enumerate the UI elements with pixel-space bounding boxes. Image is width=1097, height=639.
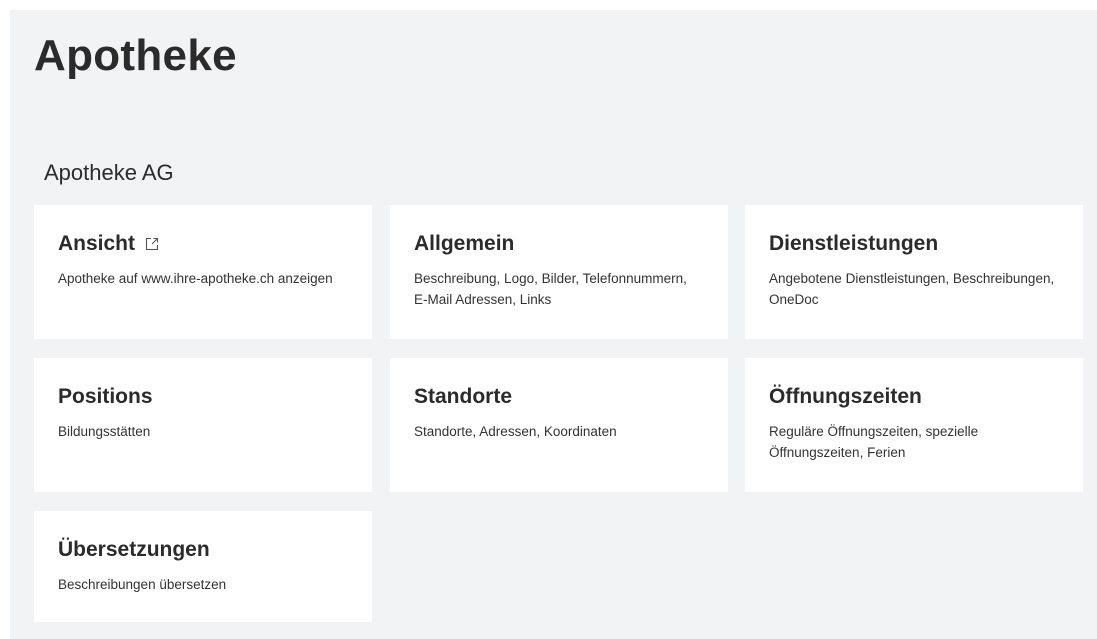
card-description: Reguläre Öffnungszeiten, spezielle Öffnu…	[769, 424, 979, 461]
card-dienstleistungen[interactable]: Dienstleistungen Angebotene Dienstleistu…	[745, 205, 1083, 339]
card-description: Apotheke auf www.ihre-apotheke.ch anzeig…	[58, 271, 333, 287]
card-title: Allgemein	[414, 232, 515, 255]
card-oeffnungszeiten[interactable]: Öffnungszeiten Reguläre Öffnungszeiten, …	[745, 358, 1083, 492]
card-positions[interactable]: Positions Bildungsstätten	[34, 358, 372, 492]
card-description: Bildungsstätten	[58, 424, 151, 440]
card-description: Standorte, Adressen, Koordinaten	[414, 424, 617, 440]
organization-name: Apotheke AG	[44, 160, 174, 185]
card-title: Dienstleistungen	[769, 232, 939, 255]
page-title: Apotheke	[34, 31, 237, 80]
card-uebersetzungen[interactable]: Übersetzungen Beschreibungen übersetzen	[34, 511, 372, 622]
card-ansicht[interactable]: Ansicht Apotheke auf www.ihre-apotheke.c…	[34, 205, 372, 339]
card-description: Beschreibungen übersetzen	[58, 577, 227, 593]
content-panel: Apotheke Apotheke AG Ansicht Apotheke au…	[10, 10, 1097, 639]
card-description: Angebotene Dienstleistungen, Beschreibun…	[769, 271, 1055, 308]
card-description: Beschreibung, Logo, Bilder, Telefonnumme…	[414, 271, 687, 308]
card-title: Ansicht	[58, 232, 136, 255]
card-title: Standorte	[414, 385, 513, 408]
card-title: Positions	[58, 385, 153, 408]
card-title: Übersetzungen	[58, 538, 210, 561]
card-allgemein[interactable]: Allgemein Beschreibung, Logo, Bilder, Te…	[390, 205, 728, 339]
card-title: Öffnungszeiten	[769, 385, 922, 408]
card-standorte[interactable]: Standorte Standorte, Adressen, Koordinat…	[390, 358, 728, 492]
external-link-icon	[145, 237, 159, 251]
